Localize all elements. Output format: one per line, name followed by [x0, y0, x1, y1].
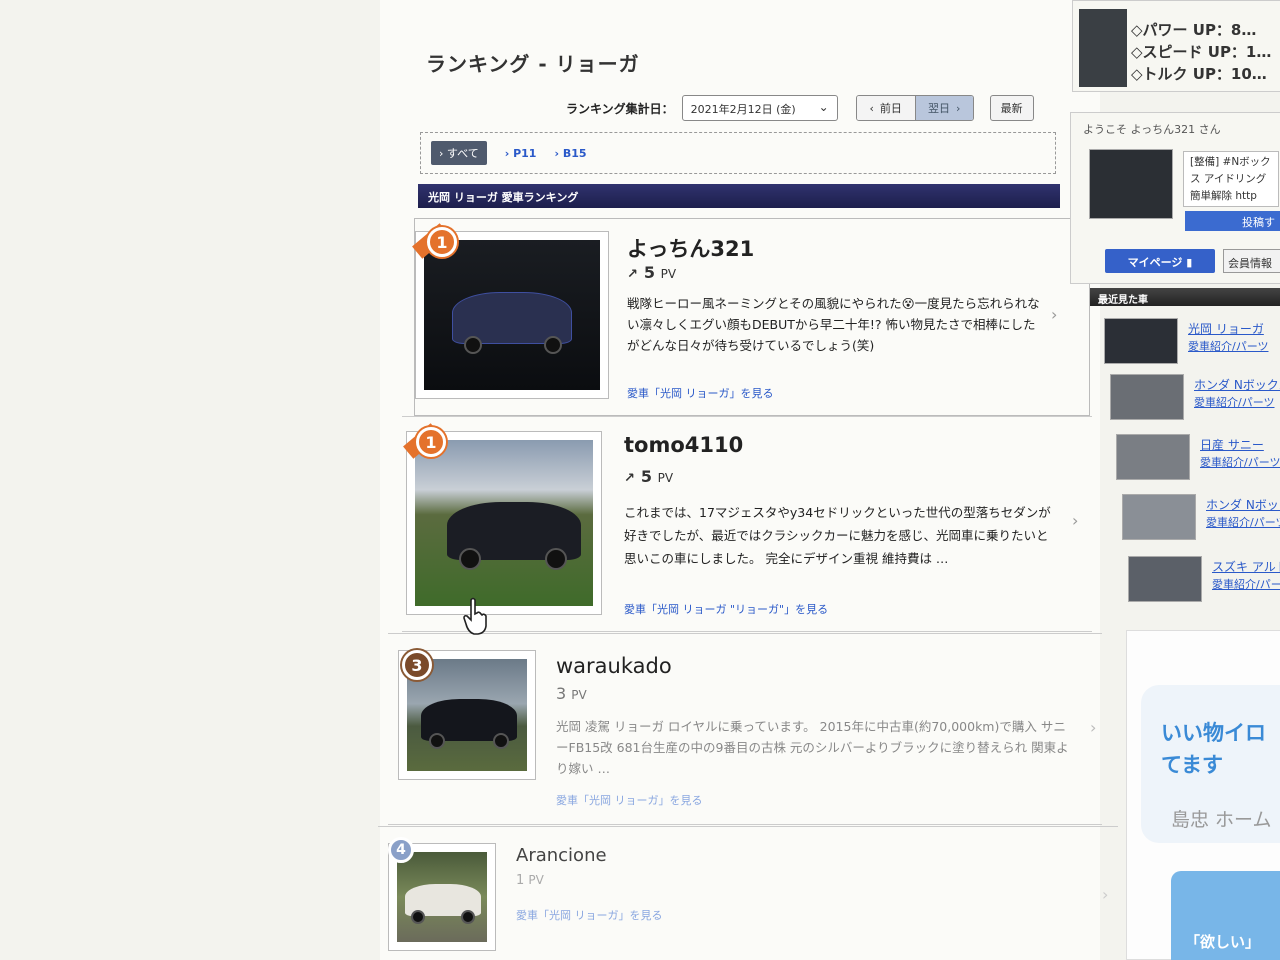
- chevron-right-icon[interactable]: ›: [1102, 885, 1108, 904]
- car-photo: [424, 240, 600, 390]
- car-photo: [397, 852, 487, 942]
- car-link[interactable]: 愛車「光岡 リョーガ」を見る: [556, 792, 703, 808]
- welcome-box: ようこそ よっちん321 さん [整備] #Nボックス アイドリング 簡単解除 …: [1070, 112, 1280, 284]
- recent-car-sub[interactable]: 愛車紹介/パーツ: [1188, 338, 1269, 354]
- chevron-right-icon[interactable]: ›: [1090, 718, 1096, 737]
- recent-car-sub[interactable]: 愛車紹介/パーツ: [1212, 576, 1280, 592]
- car-link[interactable]: 愛車「光岡 リョーガ」を見る: [627, 385, 774, 401]
- recent-cars-title: 最近見た車: [1090, 288, 1280, 306]
- ad-want-text: 「欲しい」: [1185, 933, 1261, 951]
- recent-car-image[interactable]: [1122, 494, 1196, 540]
- recent-car-item[interactable]: ホンダ Nボックス 愛車紹介/パーツ: [1122, 492, 1280, 544]
- recent-car-sub[interactable]: 愛車紹介/パーツ: [1206, 514, 1280, 530]
- pv-count: ↗ 5 PV: [627, 263, 677, 282]
- description: 戦隊ヒーロー風ネーミングとその風貌にやられた😵一度見たら忘れられない凛々しくエグ…: [627, 296, 1040, 353]
- car-link[interactable]: 愛車「光岡 リョーガ "リョーガ"」を見る: [624, 601, 828, 617]
- trend-icon: ↗: [627, 267, 638, 282]
- chevron-left-icon: ‹: [869, 101, 874, 115]
- page-title: ランキング - リョーガ: [426, 52, 640, 76]
- car-photo: [415, 440, 593, 606]
- rank-badge: 1: [416, 427, 446, 457]
- ad-shop-name: 島忠 ホーム: [1171, 809, 1272, 831]
- recent-car-name[interactable]: 日産 サニー: [1200, 436, 1264, 453]
- recent-car-image[interactable]: [1110, 374, 1184, 420]
- post-textarea[interactable]: [整備] #Nボックス アイドリング 簡単解除 http: [1183, 151, 1279, 207]
- user-car-image[interactable]: [1089, 149, 1173, 219]
- rank-badge: 4: [388, 837, 414, 863]
- grade-filter: › すべて › P11 › B15: [420, 132, 1056, 174]
- mypage-button[interactable]: マイページ ▮: [1105, 249, 1215, 273]
- date-controls: ランキング集計日： 2021年2月12日 (金) ⌄ ‹ 前日 翌日 › 最新: [566, 95, 1034, 121]
- prev-day-button[interactable]: ‹ 前日: [856, 96, 915, 120]
- date-value: 2021年2月12日 (金): [690, 103, 796, 116]
- rank-badge: 1: [427, 227, 457, 257]
- recent-car-name[interactable]: ホンダ Nボックス: [1206, 496, 1280, 513]
- pv-count: ↗ 5 PV: [624, 467, 674, 486]
- ranking-entry[interactable]: 1 よっちん321 ↗ 5 PV 戦隊ヒーロー風ネーミングとその風貌にやられた😵一…: [412, 218, 1090, 416]
- latest-button[interactable]: 最新: [989, 95, 1034, 121]
- recent-car-name[interactable]: スズキ アルト: [1212, 558, 1280, 575]
- date-select[interactable]: 2021年2月12日 (金) ⌄: [681, 95, 838, 121]
- recent-car-name[interactable]: ホンダ Nボックス: [1194, 376, 1280, 393]
- filter-all[interactable]: › すべて: [431, 141, 487, 165]
- sidebar-ad-bottom[interactable]: いい物イロ てます 島忠 ホーム 「欲しい」: [1126, 630, 1280, 960]
- recent-car-item[interactable]: 光岡 リョーガ 愛車紹介/パーツ: [1104, 316, 1280, 368]
- sidebar-ad-banner[interactable]: ◇パワー UP：8… ◇スピード UP：1… ◇トルク UP：10…: [1072, 0, 1280, 92]
- user-name[interactable]: tomo4110: [624, 433, 743, 457]
- member-info-button[interactable]: 会員情報: [1223, 249, 1280, 273]
- trend-icon: ↗: [624, 471, 635, 486]
- recent-car-name[interactable]: 光岡 リョーガ: [1188, 320, 1264, 337]
- recent-car-item[interactable]: 日産 サニー 愛車紹介/パーツ: [1116, 432, 1280, 484]
- recent-car-sub[interactable]: 愛車紹介/パーツ: [1200, 454, 1280, 470]
- chevron-right-icon: ›: [955, 101, 961, 115]
- rank-badge: 3: [402, 650, 432, 680]
- filter-b15[interactable]: › B15: [554, 147, 586, 160]
- car-thumbnail[interactable]: [406, 431, 602, 615]
- chevron-down-icon: ⌄: [818, 100, 829, 114]
- recent-car-image[interactable]: [1116, 434, 1190, 480]
- car-link[interactable]: 愛車「光岡 リョーガ」を見る: [516, 907, 663, 923]
- date-label: ランキング集計日：: [566, 101, 674, 116]
- ad-text: ◇パワー UP：8… ◇スピード UP：1… ◇トルク UP：10…: [1131, 21, 1272, 83]
- pv-count: 1 PV: [516, 873, 544, 888]
- chevron-right-icon[interactable]: ›: [1051, 305, 1057, 324]
- recent-car-image[interactable]: [1128, 556, 1202, 602]
- user-name[interactable]: waraukado: [556, 654, 672, 678]
- hand-cursor-icon: [463, 597, 487, 635]
- user-name[interactable]: Arancione: [516, 845, 607, 866]
- next-day-button[interactable]: 翌日 ›: [914, 96, 973, 120]
- recent-car-image[interactable]: [1104, 318, 1178, 364]
- ad-image: [1079, 9, 1127, 87]
- filter-p11[interactable]: › P11: [505, 147, 537, 160]
- section-title: 光岡 リョーガ 愛車ランキング: [418, 184, 1060, 208]
- ranking-entry[interactable]: 4 Arancione 1 PV 愛車「光岡 リョーガ」を見る ›: [378, 826, 1118, 960]
- recent-car-item[interactable]: スズキ アルト 愛車紹介/パーツ: [1128, 554, 1280, 606]
- ranking-entry[interactable]: 1 tomo4110 ↗ 5 PV これまでは、17マジェスタやy34セドリックと…: [402, 416, 1092, 632]
- recent-car-sub[interactable]: 愛車紹介/パーツ: [1194, 394, 1275, 410]
- post-button[interactable]: 投稿す: [1185, 211, 1280, 231]
- user-icon: ▮: [1186, 256, 1193, 269]
- day-nav: ‹ 前日 翌日 ›: [855, 95, 974, 121]
- ad-headline: いい物イロ てます: [1161, 721, 1266, 777]
- welcome-text: ようこそ よっちん321 さん: [1083, 123, 1221, 136]
- description: これまでは、17マジェスタやy34セドリックといった世代の型落ちセダンが好きでし…: [624, 505, 1051, 566]
- ranking-entry[interactable]: 3 waraukado 3 PV 光岡 凌駕 リョーガ ロイヤルに乗っています。…: [388, 633, 1102, 825]
- recent-car-item[interactable]: ホンダ Nボックス 愛車紹介/パーツ: [1110, 372, 1280, 424]
- pv-count: 3 PV: [556, 684, 587, 703]
- chevron-right-icon[interactable]: ›: [1072, 511, 1078, 530]
- description: 光岡 凌駕 リョーガ ロイヤルに乗っています。 2015年に中古車(約70,00…: [556, 719, 1069, 776]
- user-name[interactable]: よっちん321: [627, 233, 754, 263]
